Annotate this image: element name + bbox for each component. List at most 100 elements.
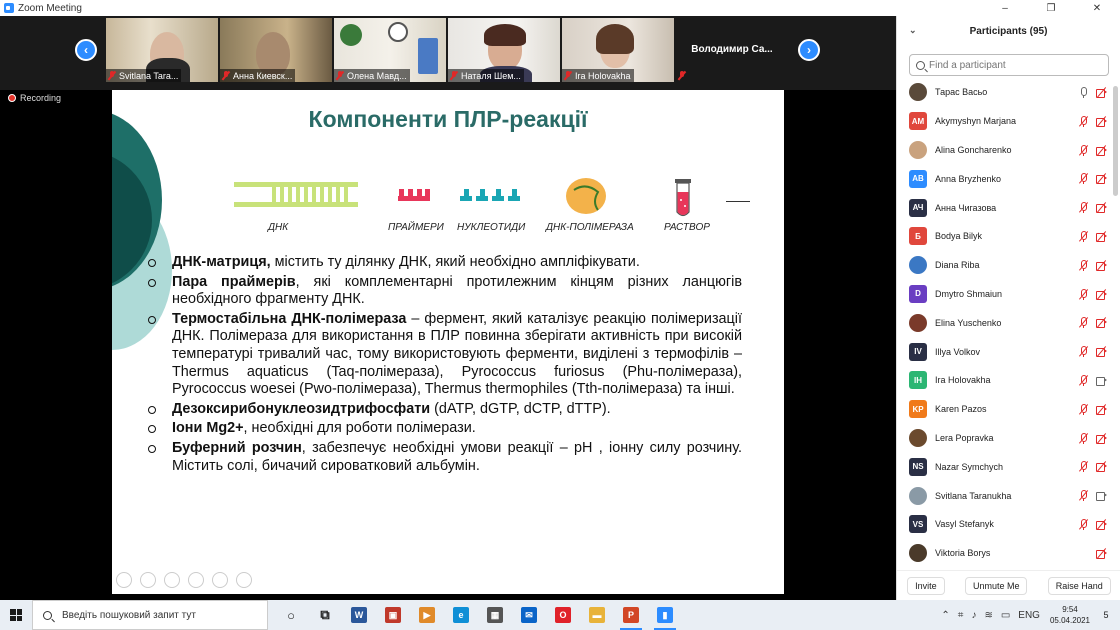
participant-search[interactable]: [909, 54, 1109, 76]
mic-muted-icon[interactable]: [1078, 432, 1089, 444]
mic-muted-icon[interactable]: [1078, 461, 1089, 473]
participant-row[interactable]: KP Karen Pazos: [897, 395, 1113, 424]
taskbar-edge-button[interactable]: e: [444, 600, 478, 630]
gallery-prev-button[interactable]: ‹: [75, 39, 97, 61]
video-tile[interactable]: Володимир Са...: [676, 18, 788, 82]
notification-center-icon[interactable]: 5: [1096, 606, 1116, 624]
unmute-me-button[interactable]: Unmute Me: [964, 576, 1028, 595]
mic-muted-icon[interactable]: [1078, 115, 1089, 127]
clock[interactable]: 9:54 05.04.2021: [1050, 604, 1090, 626]
avatar: VS: [909, 515, 927, 534]
taskbar-opera-button[interactable]: O: [546, 600, 580, 630]
mic-muted-icon[interactable]: [1078, 490, 1089, 502]
video-tile[interactable]: Анна Киевск...: [220, 18, 332, 82]
participant-row[interactable]: Б Bodya Bilyk: [897, 222, 1113, 251]
video-off-icon[interactable]: [1096, 259, 1107, 271]
mic-muted-icon[interactable]: [1078, 230, 1089, 242]
mic-muted-icon[interactable]: [1078, 374, 1089, 386]
taskbar-cortana-button[interactable]: ○: [274, 600, 308, 630]
video-off-icon[interactable]: [1096, 519, 1107, 530]
wifi-icon[interactable]: ≋: [984, 610, 992, 621]
close-button[interactable]: ✕: [1074, 0, 1120, 16]
video-icon[interactable]: [1096, 490, 1107, 502]
participant-row[interactable]: Alina Goncharenko: [897, 136, 1113, 165]
more-options-icon[interactable]: [236, 572, 252, 588]
video-off-icon[interactable]: [1096, 87, 1107, 98]
participant-row[interactable]: D Dmytro Shmaiun: [897, 280, 1113, 309]
video-off-icon[interactable]: [1096, 144, 1107, 156]
recording-indicator[interactable]: Recording: [8, 93, 61, 103]
participant-row[interactable]: IH Ira Holovakha: [897, 366, 1113, 395]
avatar: AM: [909, 112, 927, 131]
language-indicator[interactable]: ENG: [1018, 610, 1040, 621]
participant-search-input[interactable]: [929, 59, 1099, 71]
taskbar-word-button[interactable]: W: [342, 600, 376, 630]
network-icon[interactable]: ⌗: [958, 610, 964, 621]
participant-row[interactable]: IV Illya Volkov: [897, 337, 1113, 366]
participant-row[interactable]: Svitlana Taranukha: [897, 481, 1113, 510]
raise-hand-button[interactable]: Raise Hand: [1047, 576, 1111, 595]
zoom-icon[interactable]: [212, 572, 228, 588]
video-tile[interactable]: Ira Holovakha: [562, 18, 674, 82]
video-off-icon[interactable]: [1096, 231, 1107, 242]
gallery-next-button[interactable]: ›: [798, 39, 820, 61]
participant-row[interactable]: NS Nazar Symchych: [897, 452, 1113, 481]
participant-row[interactable]: AM Akymyshyn Marjana: [897, 107, 1113, 136]
video-icon[interactable]: [1096, 375, 1107, 386]
video-off-icon[interactable]: [1096, 461, 1107, 473]
video-off-icon[interactable]: [1096, 432, 1107, 444]
slides-grid-icon[interactable]: [188, 572, 204, 588]
taskbar-calculator-button[interactable]: ▦: [478, 600, 512, 630]
mic-muted-icon[interactable]: [1078, 259, 1089, 271]
video-off-icon[interactable]: [1096, 288, 1107, 300]
participant-list-scrollbar[interactable]: [1113, 86, 1118, 196]
video-off-icon[interactable]: [1096, 115, 1107, 127]
mic-muted-icon[interactable]: [1078, 202, 1089, 214]
video-off-icon[interactable]: [1096, 547, 1107, 559]
video-off-icon[interactable]: [1096, 317, 1107, 329]
mic-muted-icon[interactable]: [1078, 518, 1089, 530]
slide-title: Компоненти ПЛР-реакції: [308, 106, 588, 132]
taskbar-search-box[interactable]: Введіть пошуковий запит тут: [32, 600, 268, 630]
mic-icon[interactable]: [1078, 87, 1089, 98]
taskbar-zoom-button[interactable]: ▮: [648, 600, 682, 630]
participant-row[interactable]: Diana Riba: [897, 251, 1113, 280]
participant-row[interactable]: АЧ Анна Чигазова: [897, 193, 1113, 222]
participant-row[interactable]: Lera Popravka: [897, 424, 1113, 453]
mic-muted-icon[interactable]: [1078, 403, 1089, 415]
taskbar-store-button[interactable]: ▣: [376, 600, 410, 630]
video-tile[interactable]: Svitlana Tara...: [106, 18, 218, 82]
mic-muted-icon[interactable]: [1078, 346, 1089, 358]
invite-button[interactable]: Invite: [907, 576, 945, 595]
participant-row[interactable]: Elina Yuschenko: [897, 308, 1113, 337]
video-off-icon[interactable]: [1096, 173, 1107, 185]
slide-prev-icon[interactable]: [116, 572, 132, 588]
pen-icon[interactable]: [164, 572, 180, 588]
start-button[interactable]: [0, 600, 32, 630]
speaker-icon[interactable]: ♪: [971, 610, 976, 621]
video-off-icon[interactable]: [1096, 346, 1107, 358]
mic-muted-icon[interactable]: [1078, 144, 1089, 156]
participant-row[interactable]: Тарас Васьо: [897, 78, 1113, 107]
participant-row[interactable]: AB Anna Bryzhenko: [897, 164, 1113, 193]
taskbar-taskview-button[interactable]: ⧉: [308, 600, 342, 630]
taskbar-media-button[interactable]: ▶: [410, 600, 444, 630]
mic-muted-icon[interactable]: [1078, 317, 1089, 329]
taskbar-explorer-button[interactable]: ▬: [580, 600, 614, 630]
minimize-button[interactable]: –: [982, 0, 1028, 16]
video-tile[interactable]: Олена Мавд...: [334, 18, 446, 82]
mic-muted-icon[interactable]: [1078, 288, 1089, 300]
participant-row[interactable]: VS Vasyl Stefanyk: [897, 510, 1113, 539]
video-off-icon[interactable]: [1096, 202, 1107, 214]
chevron-down-icon[interactable]: ⌄: [909, 25, 917, 36]
restore-button[interactable]: ❐: [1028, 0, 1074, 16]
video-off-icon[interactable]: [1096, 403, 1107, 415]
video-tile[interactable]: Наталя Шем...: [448, 18, 560, 82]
slide-next-icon[interactable]: [140, 572, 156, 588]
chevron-up-icon[interactable]: ⌃: [941, 610, 949, 621]
participant-row[interactable]: Viktoria Borys: [897, 539, 1113, 568]
battery-icon[interactable]: ▭: [1001, 610, 1010, 621]
mic-muted-icon[interactable]: [1078, 173, 1089, 185]
taskbar-powerpoint-button[interactable]: P: [614, 600, 648, 630]
taskbar-mail-button[interactable]: ✉: [512, 600, 546, 630]
